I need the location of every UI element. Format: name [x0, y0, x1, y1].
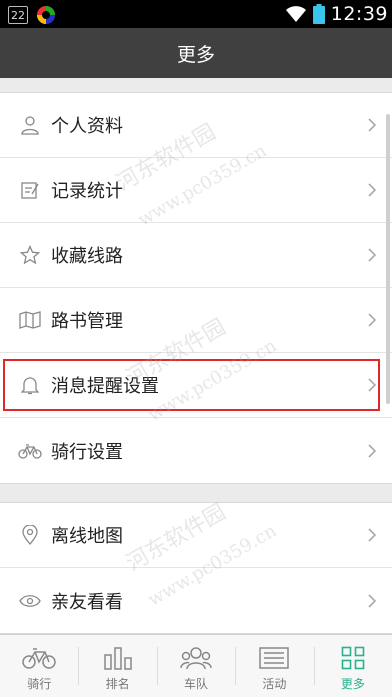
status-bar: 22 12:39: [0, 0, 392, 28]
menu-item-roadbook[interactable]: 路书管理: [0, 288, 392, 353]
notification-count-icon: 22: [8, 6, 28, 24]
chevron-right-icon: [368, 183, 377, 197]
nav-label: 骑行: [27, 677, 52, 691]
scrollbar[interactable]: [386, 114, 390, 404]
star-icon: [18, 244, 42, 266]
menu-item-profile[interactable]: 个人资料: [0, 93, 392, 158]
title-bar: 更多: [0, 28, 392, 78]
chevron-right-icon: [368, 593, 377, 608]
nav-label: 更多: [340, 677, 365, 691]
menu-item-label: 骑行设置: [51, 441, 123, 463]
eye-icon: [18, 590, 42, 612]
battery-icon: [312, 4, 325, 24]
bell-icon: [18, 374, 42, 396]
menu-item-label: 收藏线路: [51, 246, 123, 267]
chevron-right-icon: [368, 378, 377, 392]
nav-label: 车队: [184, 677, 209, 691]
menu-item-label: 消息提醒设置: [51, 376, 159, 397]
menu-item-label: 离线地图: [51, 526, 123, 547]
nav-label: 活动: [262, 677, 287, 691]
nav-tab-more[interactable]: 更多: [313, 635, 392, 697]
bicycle-icon: [21, 645, 57, 671]
nav-tab-activity[interactable]: 活动: [235, 635, 313, 697]
settings-list[interactable]: 个人资料 记录统计 收藏线路 路书管理 消息提醒设置 骑行设置 离线地图 亲友看…: [0, 78, 392, 634]
menu-item-favorite-routes[interactable]: 收藏线路: [0, 223, 392, 288]
settings-group-1: 个人资料 记录统计 收藏线路 路书管理 消息提醒设置 骑行设置: [0, 92, 392, 484]
nav-tab-ranking[interactable]: 排名: [78, 635, 156, 697]
menu-item-offline-map[interactable]: 离线地图: [0, 503, 392, 568]
menu-item-label: 路书管理: [51, 311, 123, 332]
app-logo-icon: [37, 6, 55, 24]
settings-group-2: 离线地图 亲友看看: [0, 502, 392, 634]
map-book-icon: [18, 309, 42, 331]
nav-tab-team[interactable]: 车队: [156, 635, 235, 697]
person-icon: [18, 114, 42, 136]
menu-item-label: 亲友看看: [51, 591, 123, 613]
menu-item-riding-settings[interactable]: 骑行设置: [0, 418, 392, 483]
page-title: 更多: [176, 43, 215, 66]
chevron-right-icon: [368, 248, 377, 262]
grid-icon: [335, 645, 371, 671]
chevron-right-icon: [368, 443, 377, 458]
bicycle-icon: [18, 440, 42, 462]
chevron-right-icon: [368, 118, 377, 132]
menu-item-label: 记录统计: [51, 181, 123, 202]
menu-item-notification-settings[interactable]: 消息提醒设置: [0, 353, 392, 418]
nav-label: 排名: [105, 677, 130, 691]
bar-chart-icon: [100, 645, 136, 671]
wifi-icon: [285, 6, 306, 22]
menu-item-stats[interactable]: 记录统计: [0, 158, 392, 223]
bottom-nav: 骑行 排名 车队 活动 更多: [0, 634, 392, 697]
list-icon: [256, 645, 292, 671]
menu-item-label: 个人资料: [51, 116, 123, 137]
chevron-right-icon: [368, 313, 377, 327]
chevron-right-icon: [368, 528, 377, 542]
location-pin-icon: [18, 524, 42, 546]
team-icon: [178, 645, 214, 671]
menu-item-friends-view[interactable]: 亲友看看: [0, 568, 392, 633]
clock: 12:39: [330, 3, 388, 25]
nav-tab-ride[interactable]: 骑行: [0, 635, 78, 697]
edit-note-icon: [18, 179, 42, 201]
